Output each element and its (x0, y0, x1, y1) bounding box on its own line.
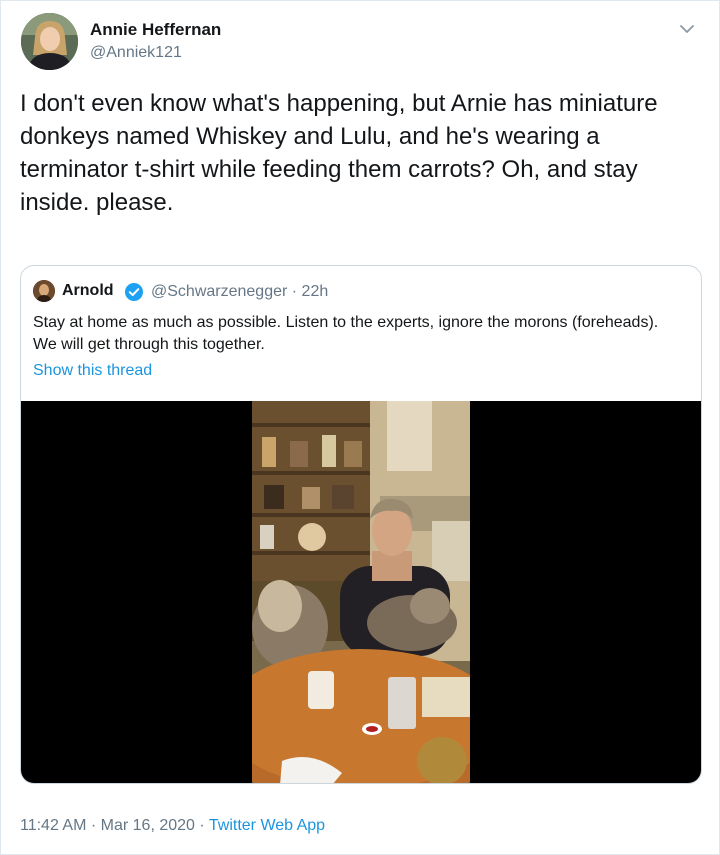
quoted-author-handle[interactable]: @Schwarzenegger (151, 283, 287, 300)
quoted-tweet-text: Stay at home as much as possible. Listen… (33, 314, 659, 353)
author-avatar[interactable] (21, 13, 78, 70)
author-handle[interactable]: @Anniek121 (90, 44, 182, 62)
quoted-tweet[interactable]: Arnold @Schwarzenegger · 22h Stay at hom… (20, 265, 702, 784)
quoted-author-avatar[interactable] (33, 280, 55, 302)
source-app-link[interactable]: Twitter Web App (209, 817, 325, 834)
tweet-card: Annie Heffernan @Anniek121 I don't even … (0, 0, 720, 855)
video-thumbnail (252, 401, 470, 783)
tweet-time[interactable]: 11:42 AM (20, 817, 86, 834)
tweet-timestamp: 11:42 AM · Mar 16, 2020 · Twitter Web Ap… (20, 817, 325, 835)
tweet-text: I don't even know what's happening, but … (20, 90, 658, 216)
video-player[interactable] (21, 401, 701, 783)
meta-separator: · (291, 283, 298, 300)
show-thread-link[interactable]: Show this thread (33, 362, 152, 380)
author-name[interactable]: Annie Heffernan (90, 20, 221, 40)
tweet-date[interactable]: Mar 16, 2020 (101, 817, 195, 834)
footer-separator: · (90, 817, 97, 834)
verified-badge-icon (124, 282, 144, 302)
chevron-down-icon[interactable] (677, 19, 697, 39)
quoted-meta: @Schwarzenegger · 22h (151, 283, 328, 301)
quoted-author-name[interactable]: Arnold (62, 282, 114, 300)
footer-separator: · (199, 817, 205, 834)
quoted-time[interactable]: 22h (302, 283, 329, 300)
